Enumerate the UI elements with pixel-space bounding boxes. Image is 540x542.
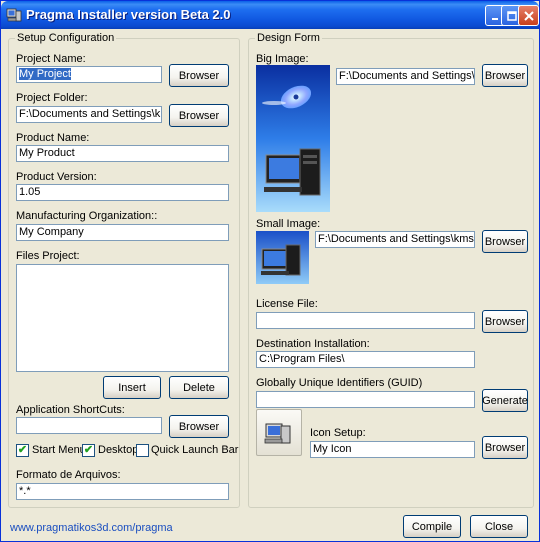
icon-setup-browser-button[interactable]: Browser	[482, 436, 528, 459]
big-image-path-input[interactable]: F:\Documents and Settings\kms\	[336, 68, 475, 85]
small-image-artwork	[256, 231, 309, 284]
project-name-input[interactable]: My Project	[16, 66, 162, 83]
close-window-button[interactable]	[518, 5, 539, 26]
license-file-browser-button[interactable]: Browser	[482, 310, 528, 333]
shortcuts-input[interactable]	[16, 417, 162, 434]
guid-label: Globally Unique Identifiers (GUID)	[256, 377, 423, 389]
app-icon	[6, 8, 22, 22]
project-folder-input[interactable]: F:\Documents and Settings\kms\D	[16, 106, 162, 123]
start-menu-label: Start Menu	[32, 444, 86, 456]
check-icon: ✔	[17, 444, 28, 456]
license-file-label: License File:	[256, 298, 318, 310]
generate-button[interactable]: Generate	[482, 389, 528, 412]
product-name-label: Product Name:	[16, 132, 90, 144]
small-image-browser-button[interactable]: Browser	[482, 230, 528, 253]
close-button[interactable]: Close	[470, 515, 528, 538]
destination-input[interactable]: C:\Program Files\	[256, 351, 475, 368]
manufacturer-input[interactable]: My Company	[16, 224, 229, 241]
license-file-input[interactable]	[256, 312, 475, 329]
compile-button[interactable]: Compile	[403, 515, 461, 538]
shortcuts-label: Application ShortCuts:	[16, 404, 125, 416]
product-version-label: Product Version:	[16, 171, 97, 183]
small-image-path-input[interactable]: F:\Documents and Settings\kms\Deskt	[315, 231, 475, 248]
manufacturer-label: Manufacturing Organization::	[16, 210, 158, 222]
title-bar[interactable]: Pragma Installer version Beta 2.0	[1, 1, 539, 29]
files-project-label: Files Project:	[16, 250, 80, 262]
project-name-label: Project Name:	[16, 53, 86, 65]
product-name-input[interactable]: My Product	[16, 145, 229, 162]
quick-launch-checkbox[interactable]	[136, 444, 149, 457]
small-image-label: Small Image:	[256, 218, 321, 230]
project-folder-label: Project Folder:	[16, 92, 88, 104]
window-title: Pragma Installer version Beta 2.0	[26, 7, 231, 22]
big-image-artwork	[256, 65, 330, 212]
setup-group-title: Setup Configuration	[15, 32, 117, 44]
destination-label: Destination Installation:	[256, 338, 370, 350]
formato-label: Formato de Arquivos:	[16, 469, 121, 481]
project-name-value: My Project	[19, 68, 71, 80]
close-icon	[523, 10, 534, 21]
desktop-label: Desktop	[98, 444, 139, 456]
desktop-checkbox[interactable]: ✔	[82, 444, 95, 457]
start-menu-checkbox[interactable]: ✔	[16, 444, 29, 457]
quick-launch-label: Quick Launch Bar	[151, 444, 239, 456]
shortcuts-browser-button[interactable]: Browser	[169, 415, 229, 438]
big-image-browser-button[interactable]: Browser	[482, 64, 528, 87]
icon-setup-label: Icon Setup:	[310, 427, 366, 439]
guid-input[interactable]	[256, 391, 475, 408]
computer-icon	[264, 423, 291, 444]
website-link[interactable]: www.pragmatikos3d.com/pragma	[10, 522, 173, 534]
installer-window: Pragma Installer version Beta 2.0 Setup …	[0, 0, 540, 542]
check-icon: ✔	[83, 444, 94, 456]
delete-button[interactable]: Delete	[169, 376, 229, 399]
big-image-preview	[256, 65, 330, 212]
minimize-icon	[491, 17, 498, 20]
insert-button[interactable]: Insert	[103, 376, 161, 399]
big-image-label: Big Image:	[256, 53, 309, 65]
files-project-list[interactable]	[16, 264, 229, 372]
design-group-title: Design Form	[255, 32, 322, 44]
formato-input[interactable]: *.*	[16, 483, 229, 500]
icon-setup-picker-button[interactable]	[256, 409, 302, 456]
maximize-icon	[506, 10, 517, 21]
project-folder-browser-button[interactable]: Browser	[169, 104, 229, 127]
icon-setup-input[interactable]: My Icon	[310, 441, 475, 458]
product-version-input[interactable]: 1.05	[16, 184, 229, 201]
small-image-preview	[256, 231, 309, 284]
project-name-browser-button[interactable]: Browser	[169, 64, 229, 87]
